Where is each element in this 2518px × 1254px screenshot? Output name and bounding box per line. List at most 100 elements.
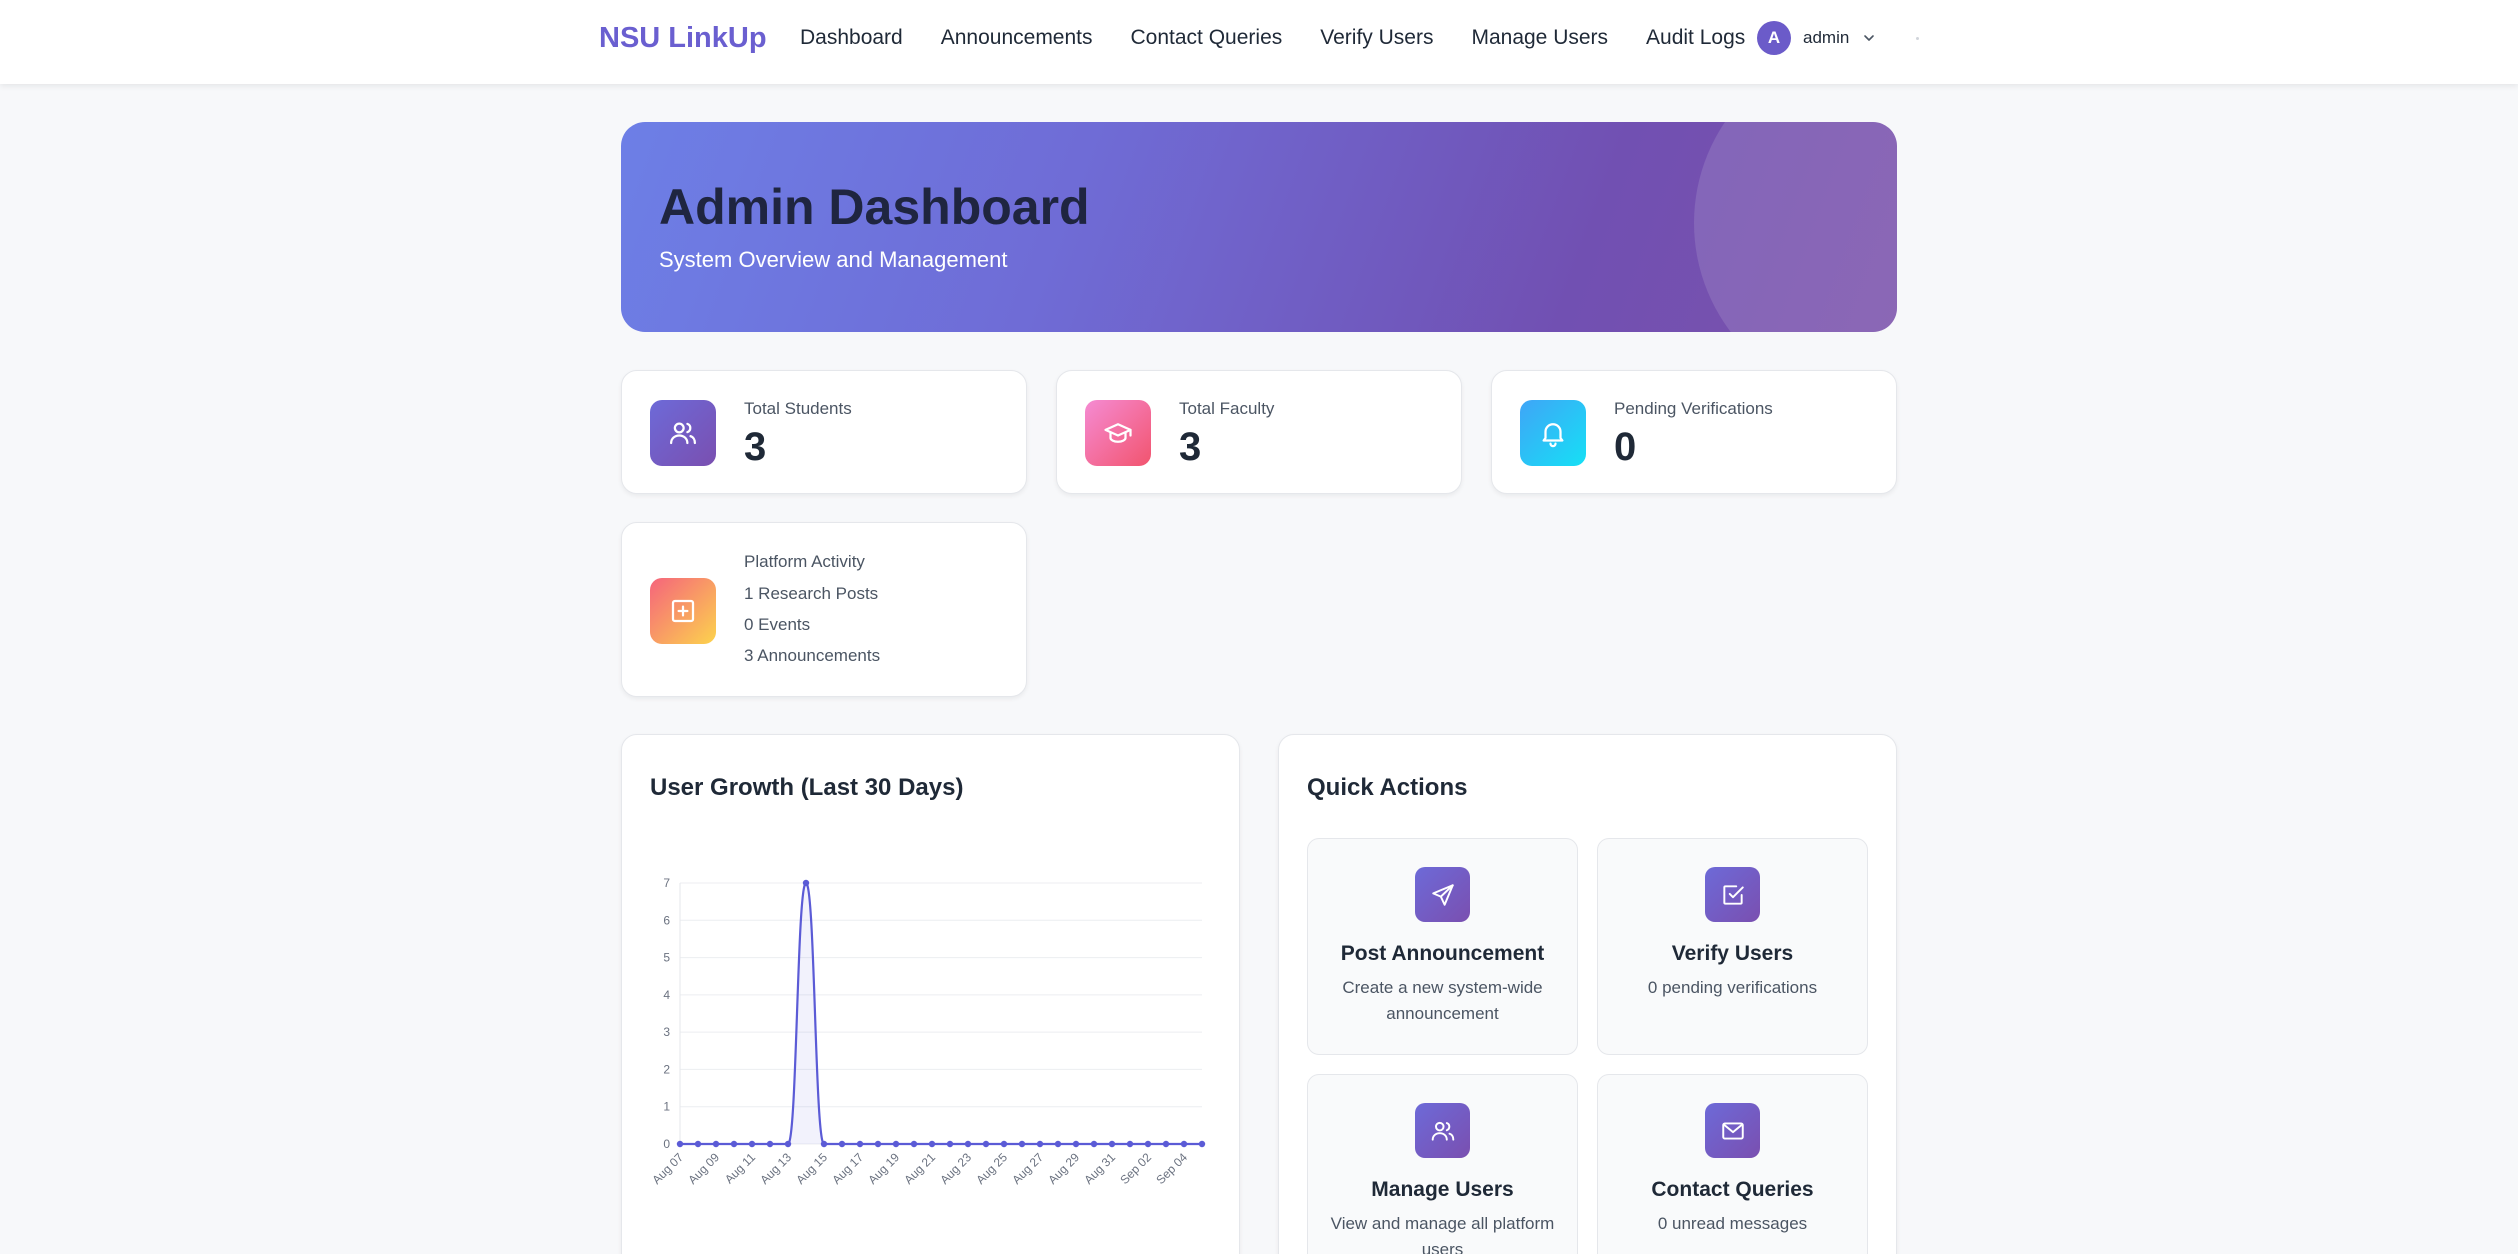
data-point — [1090, 1140, 1098, 1148]
x-tick-label: Aug 15 — [793, 1150, 830, 1187]
x-tick-label: Aug 31 — [1081, 1150, 1118, 1187]
quick-action-title: Post Announcement — [1340, 942, 1545, 965]
x-tick-label: Aug 23 — [937, 1150, 974, 1187]
nav-link-audit-logs[interactable]: Audit Logs — [1646, 24, 1745, 52]
data-point — [766, 1140, 774, 1148]
y-tick-label: 7 — [663, 876, 670, 890]
x-tick-label: Aug 25 — [973, 1150, 1010, 1187]
data-point — [730, 1140, 738, 1148]
x-tick-label: Sep 02 — [1117, 1150, 1154, 1187]
data-point — [1108, 1140, 1116, 1148]
graduation-cap-icon — [1085, 400, 1151, 466]
quick-actions-title: Quick Actions — [1307, 774, 1468, 801]
user-menu[interactable]: A admin — [1757, 21, 1877, 55]
stat-card-pending-verifications: Pending Verifications 0 — [1491, 370, 1897, 494]
stat-card-faculty: Total Faculty 3 — [1056, 370, 1462, 494]
series-area — [680, 883, 1202, 1144]
stat-label: Total Students — [744, 399, 852, 418]
x-tick-label: Aug 13 — [757, 1150, 794, 1187]
data-point — [946, 1140, 954, 1148]
data-point — [892, 1140, 900, 1148]
data-point — [1144, 1140, 1152, 1148]
stat-label: Total Faculty — [1179, 399, 1275, 418]
y-tick-label: 0 — [663, 1137, 670, 1151]
y-tick-label: 1 — [663, 1100, 670, 1114]
x-tick-label: Aug 29 — [1045, 1150, 1082, 1187]
x-tick-label: Aug 21 — [901, 1150, 938, 1187]
data-point — [1198, 1140, 1206, 1148]
activity-announcements: 3 Announcements — [744, 646, 881, 665]
x-tick-label: Aug 27 — [1009, 1150, 1046, 1187]
stat-value: 3 — [744, 425, 767, 469]
y-tick-label: 6 — [663, 913, 670, 927]
verify-users-button[interactable]: Verify Users 0 pending verifications — [1597, 838, 1868, 1055]
users-icon — [650, 400, 716, 466]
mail-icon — [1705, 1103, 1760, 1158]
brand-logo[interactable]: NSU LinkUp — [599, 20, 767, 56]
nav-link-verify-users[interactable]: Verify Users — [1320, 24, 1433, 52]
data-point — [1054, 1140, 1062, 1148]
chevron-down-icon — [1864, 35, 1875, 41]
activity-research-posts: 1 Research Posts — [744, 584, 879, 603]
plus-square-icon — [650, 578, 716, 644]
data-point — [1018, 1140, 1026, 1148]
user-name: admin — [1803, 28, 1850, 47]
users-icon — [1415, 1103, 1470, 1158]
data-point — [982, 1140, 990, 1148]
bell-icon — [1520, 400, 1586, 466]
activity-label: Platform Activity — [744, 552, 865, 571]
post-announcement-button[interactable]: Post Announcement Create a new system-wi… — [1307, 838, 1578, 1055]
quick-actions-card: Quick Actions Post Announcement Create a… — [1278, 734, 1897, 1254]
quick-action-title: Manage Users — [1371, 1178, 1514, 1201]
x-tick-label: Aug 07 — [649, 1150, 686, 1187]
data-point — [910, 1140, 918, 1148]
series-line — [680, 881, 1202, 1146]
data-point — [874, 1140, 882, 1148]
hero-banner: Admin Dashboard System Overview and Mana… — [621, 122, 1897, 332]
data-point — [1162, 1140, 1170, 1148]
data-point — [820, 1140, 828, 1148]
nav-link-announcements[interactable]: Announcements — [941, 24, 1093, 52]
top-navbar: NSU LinkUp Dashboard Announcements Conta… — [0, 0, 2518, 84]
nav-link-contact-queries[interactable]: Contact Queries — [1131, 24, 1283, 52]
user-growth-card: User Growth (Last 30 Days) 0 1 2 3 4 5 6 7 Aug 0… — [621, 734, 1240, 1254]
quick-action-title: Verify Users — [1671, 942, 1794, 965]
y-tick-label: 5 — [663, 951, 670, 965]
x-tick-label: Sep 04 — [1153, 1150, 1190, 1187]
stat-card-platform-activity: Platform Activity 1 Research Posts 0 Eve… — [621, 522, 1027, 697]
nav-separator-dot — [1916, 37, 1919, 40]
x-tick-label: Aug 09 — [685, 1150, 722, 1187]
activity-events: 0 Events — [744, 615, 811, 634]
quick-action-description: 0 pending verifications — [1647, 978, 1818, 997]
stat-value: 3 — [1179, 425, 1202, 469]
data-point — [1180, 1140, 1188, 1148]
data-point — [676, 1140, 684, 1148]
x-tick-label: Aug 11 — [722, 1150, 758, 1186]
quick-action-description: Create a new system-wide announcement — [1342, 978, 1543, 1023]
stat-value: 0 — [1614, 425, 1637, 469]
check-square-icon — [1705, 867, 1760, 922]
nav-link-manage-users[interactable]: Manage Users — [1471, 24, 1608, 52]
y-tick-label: 4 — [663, 988, 670, 1002]
stat-card-students: Total Students 3 — [621, 370, 1027, 494]
page-subtitle: System Overview and Management — [659, 247, 1008, 272]
user-growth-chart: 01234567Aug 07 Aug 09 Aug 11 Aug 13 Aug 15 Au… — [649, 876, 1206, 1187]
data-point — [694, 1140, 702, 1148]
manage-users-button[interactable]: Manage Users View and manage all platfor… — [1307, 1074, 1578, 1254]
data-point — [748, 1140, 756, 1148]
data-point — [1072, 1140, 1080, 1148]
data-point — [1000, 1140, 1008, 1148]
stat-label: Pending Verifications — [1614, 399, 1773, 418]
nav-link-dashboard[interactable]: Dashboard — [800, 24, 903, 52]
hero-decoration-circle — [1694, 122, 1897, 332]
x-tick-label: Aug 19 — [865, 1150, 902, 1187]
send-icon — [1415, 867, 1470, 922]
y-tick-label: 2 — [663, 1062, 670, 1076]
data-point — [856, 1140, 864, 1148]
contact-queries-button[interactable]: Contact Queries 0 unread messages — [1597, 1074, 1868, 1254]
quick-action-description: 0 unread messages — [1657, 1214, 1808, 1233]
data-point — [964, 1140, 972, 1148]
chart-title: User Growth (Last 30 Days) — [650, 774, 964, 801]
page-title: Admin Dashboard — [659, 179, 1090, 235]
data-point — [802, 879, 810, 887]
